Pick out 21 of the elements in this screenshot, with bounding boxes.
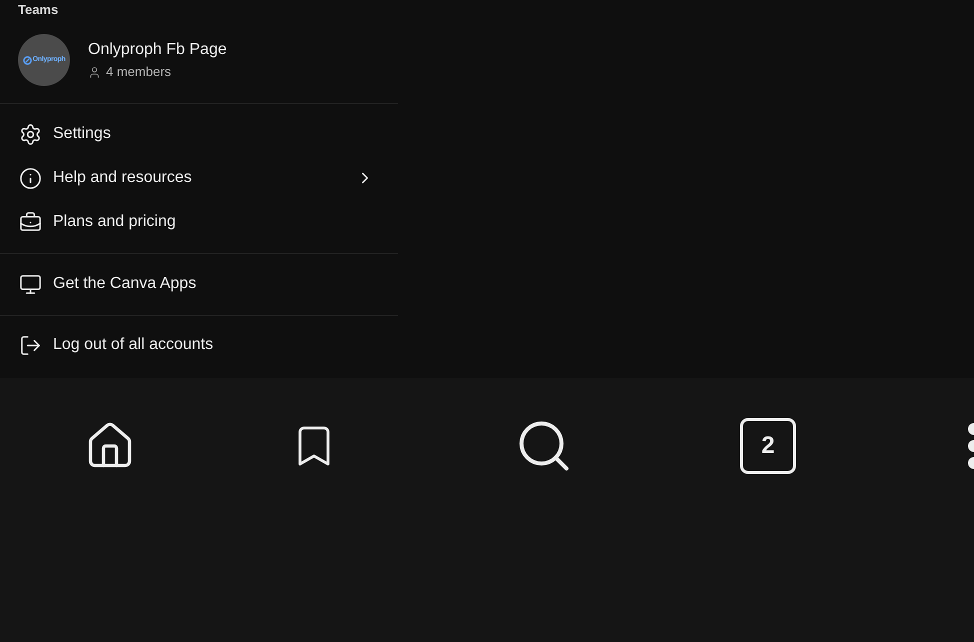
menu-item[interactable]: Plans and pricing: [0, 200, 398, 244]
menu-item-label: Log out of all accounts: [53, 335, 214, 355]
logout-icon: [19, 334, 42, 356]
menu-item-label: Settings: [53, 124, 111, 144]
briefcase-icon: [19, 210, 42, 234]
team-name: Onlyproph Fb Page: [88, 40, 227, 60]
menu-item[interactable]: Log out of all accounts: [0, 323, 398, 367]
menu-item[interactable]: Get the Canva Apps: [0, 262, 398, 306]
person-icon: [88, 66, 101, 78]
settings-icon: [19, 122, 42, 146]
menu-item-label: Plans and pricing: [53, 212, 176, 232]
info-icon: [19, 166, 42, 190]
menu-item-label: Get the Canva Apps: [53, 274, 196, 294]
monitor-icon: [19, 272, 42, 296]
logo-icon: [22, 56, 32, 64]
tab-count-button[interactable]: 2: [740, 418, 796, 474]
menu-item[interactable]: Settings: [0, 112, 398, 156]
member-count: 4 members: [106, 64, 172, 80]
menu-item[interactable]: Help and resources: [0, 156, 398, 200]
section-title: Teams: [18, 2, 60, 17]
menu-item-label: Help and resources: [53, 168, 192, 188]
